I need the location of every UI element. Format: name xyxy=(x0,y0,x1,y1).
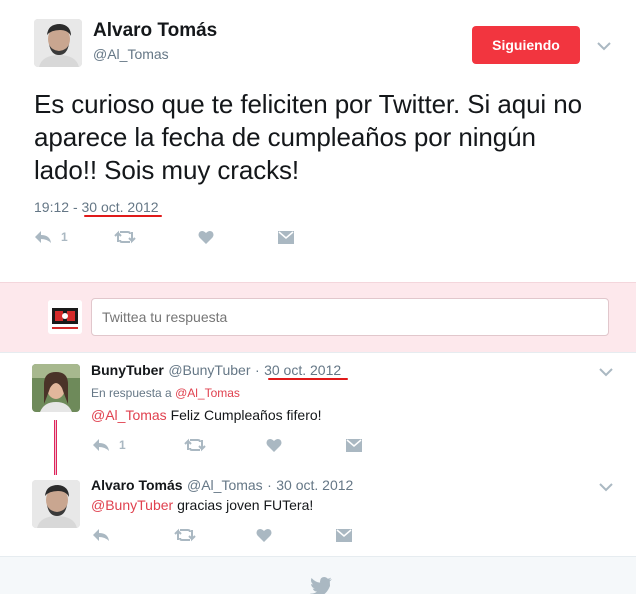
dm-icon xyxy=(278,230,294,244)
like-button[interactable] xyxy=(198,230,278,244)
author-handle[interactable]: @Al_Tomas xyxy=(93,46,169,62)
heart-icon xyxy=(198,230,214,244)
reply-mention[interactable]: @Al_Tomas xyxy=(91,407,167,423)
retweet-icon xyxy=(114,230,136,244)
retweet-icon xyxy=(184,438,206,452)
tweet-time: 19:12 xyxy=(34,199,70,215)
like-button[interactable] xyxy=(266,438,346,452)
retweet-button[interactable] xyxy=(114,230,198,244)
reply-icon xyxy=(92,528,110,542)
reply-author-name[interactable]: Alvaro Tomás xyxy=(91,477,183,493)
replies-list xyxy=(0,352,636,556)
reply-author-handle[interactable]: @Al_Tomas xyxy=(187,477,263,493)
reply-count: 1 xyxy=(61,230,68,244)
reply-composer xyxy=(0,282,636,352)
like-button[interactable] xyxy=(256,528,336,542)
reply-avatar-al-tomas[interactable] xyxy=(32,480,80,528)
my-avatar xyxy=(48,300,82,334)
reply-avatar-bunytuber[interactable] xyxy=(32,364,80,412)
author-avatar[interactable] xyxy=(34,19,82,67)
reply-actions: 1 xyxy=(92,438,362,452)
date-annotation-underline xyxy=(268,378,348,380)
time-separator: - xyxy=(72,199,78,215)
reply-author-handle[interactable]: @BunyTuber xyxy=(168,362,250,378)
tweet-timestamp: 19:12 - 30 oct. 2012 xyxy=(34,199,159,215)
reply-button[interactable]: 1 xyxy=(92,438,184,452)
reply-mention[interactable]: @BunyTuber xyxy=(91,497,173,513)
reply-header: Alvaro Tomás @Al_Tomas · 30 oct. 2012 xyxy=(91,477,353,495)
reply-icon xyxy=(92,438,110,452)
reply-icon xyxy=(34,230,52,244)
in-reply-handle[interactable]: @Al_Tomas xyxy=(175,386,240,400)
reply-count: 1 xyxy=(119,438,126,452)
reply-button[interactable] xyxy=(92,528,174,542)
chevron-down-icon[interactable] xyxy=(596,38,612,54)
retweet-button[interactable] xyxy=(174,528,256,542)
reply-text: @Al_Tomas Feliz Cumpleaños fifero! xyxy=(91,407,322,423)
dm-icon xyxy=(336,528,352,542)
chevron-down-icon[interactable] xyxy=(598,479,614,495)
heart-icon xyxy=(266,438,282,452)
dm-button[interactable] xyxy=(278,230,294,244)
in-reply-prefix: En respuesta a xyxy=(91,386,172,400)
chevron-down-icon[interactable] xyxy=(598,364,614,380)
dm-button[interactable] xyxy=(336,528,352,542)
author-name[interactable]: Alvaro Tomás xyxy=(93,20,217,42)
retweet-button[interactable] xyxy=(184,438,266,452)
in-reply-to: En respuesta a @Al_Tomas xyxy=(91,386,240,400)
reply-date[interactable]: 30 oct. 2012 xyxy=(276,477,353,493)
reply-input[interactable] xyxy=(91,298,609,336)
retweet-icon xyxy=(174,528,196,542)
reply-actions xyxy=(92,528,352,542)
tweet-actions: 1 xyxy=(34,230,294,244)
heart-icon xyxy=(256,528,272,542)
reply-date[interactable]: 30 oct. 2012 xyxy=(264,362,341,378)
footer xyxy=(0,556,636,594)
reply-body: Feliz Cumpleaños fifero! xyxy=(170,407,322,423)
thread-connector xyxy=(54,420,57,475)
meta-dot: · xyxy=(267,477,272,493)
twitter-bird-icon[interactable] xyxy=(310,577,332,594)
main-tweet: Alvaro Tomás @Al_Tomas Siguiendo Es curi… xyxy=(0,0,636,282)
reply-author-name[interactable]: BunyTuber xyxy=(91,362,164,378)
following-button[interactable]: Siguiendo xyxy=(472,26,580,64)
reply-button[interactable]: 1 xyxy=(34,230,114,244)
tweet-date[interactable]: 30 oct. 2012 xyxy=(82,199,159,215)
dm-button[interactable] xyxy=(346,438,362,452)
tweet-text: Es curioso que te feliciten por Twitter.… xyxy=(34,89,582,185)
reply-body: gracias joven FUTera! xyxy=(177,497,314,513)
reply-text: @BunyTuber gracias joven FUTera! xyxy=(91,497,313,513)
meta-dot: · xyxy=(254,362,260,378)
dm-icon xyxy=(346,438,362,452)
date-annotation-underline xyxy=(84,215,162,217)
